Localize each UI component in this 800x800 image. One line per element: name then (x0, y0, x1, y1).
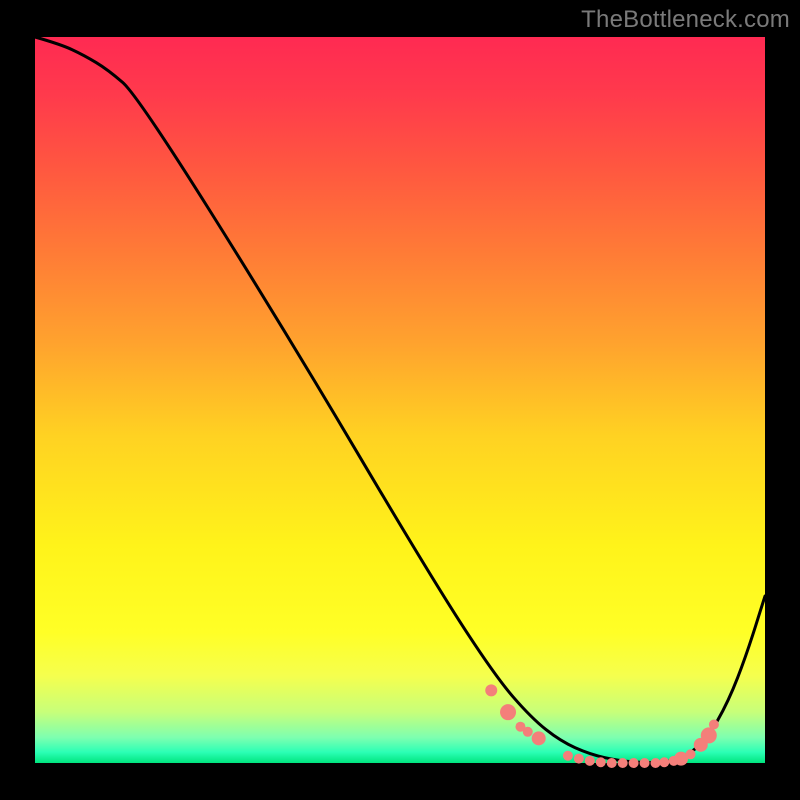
data-point (651, 758, 661, 768)
bottleneck-chart (0, 0, 800, 800)
data-point (523, 727, 533, 737)
data-point (701, 727, 717, 743)
data-point (607, 758, 617, 768)
data-point (585, 756, 595, 766)
data-point (596, 757, 606, 767)
data-point (532, 731, 546, 745)
data-point (629, 758, 639, 768)
data-point (574, 754, 584, 764)
watermark-text: TheBottleneck.com (581, 6, 790, 34)
data-point (485, 684, 497, 696)
data-point (500, 704, 516, 720)
data-point (563, 751, 573, 761)
data-point (659, 757, 669, 767)
data-point (709, 720, 719, 730)
data-point (640, 758, 650, 768)
data-point (618, 758, 628, 768)
plot-background (35, 37, 765, 763)
data-point (686, 749, 696, 759)
chart-frame: TheBottleneck.com (0, 0, 800, 800)
